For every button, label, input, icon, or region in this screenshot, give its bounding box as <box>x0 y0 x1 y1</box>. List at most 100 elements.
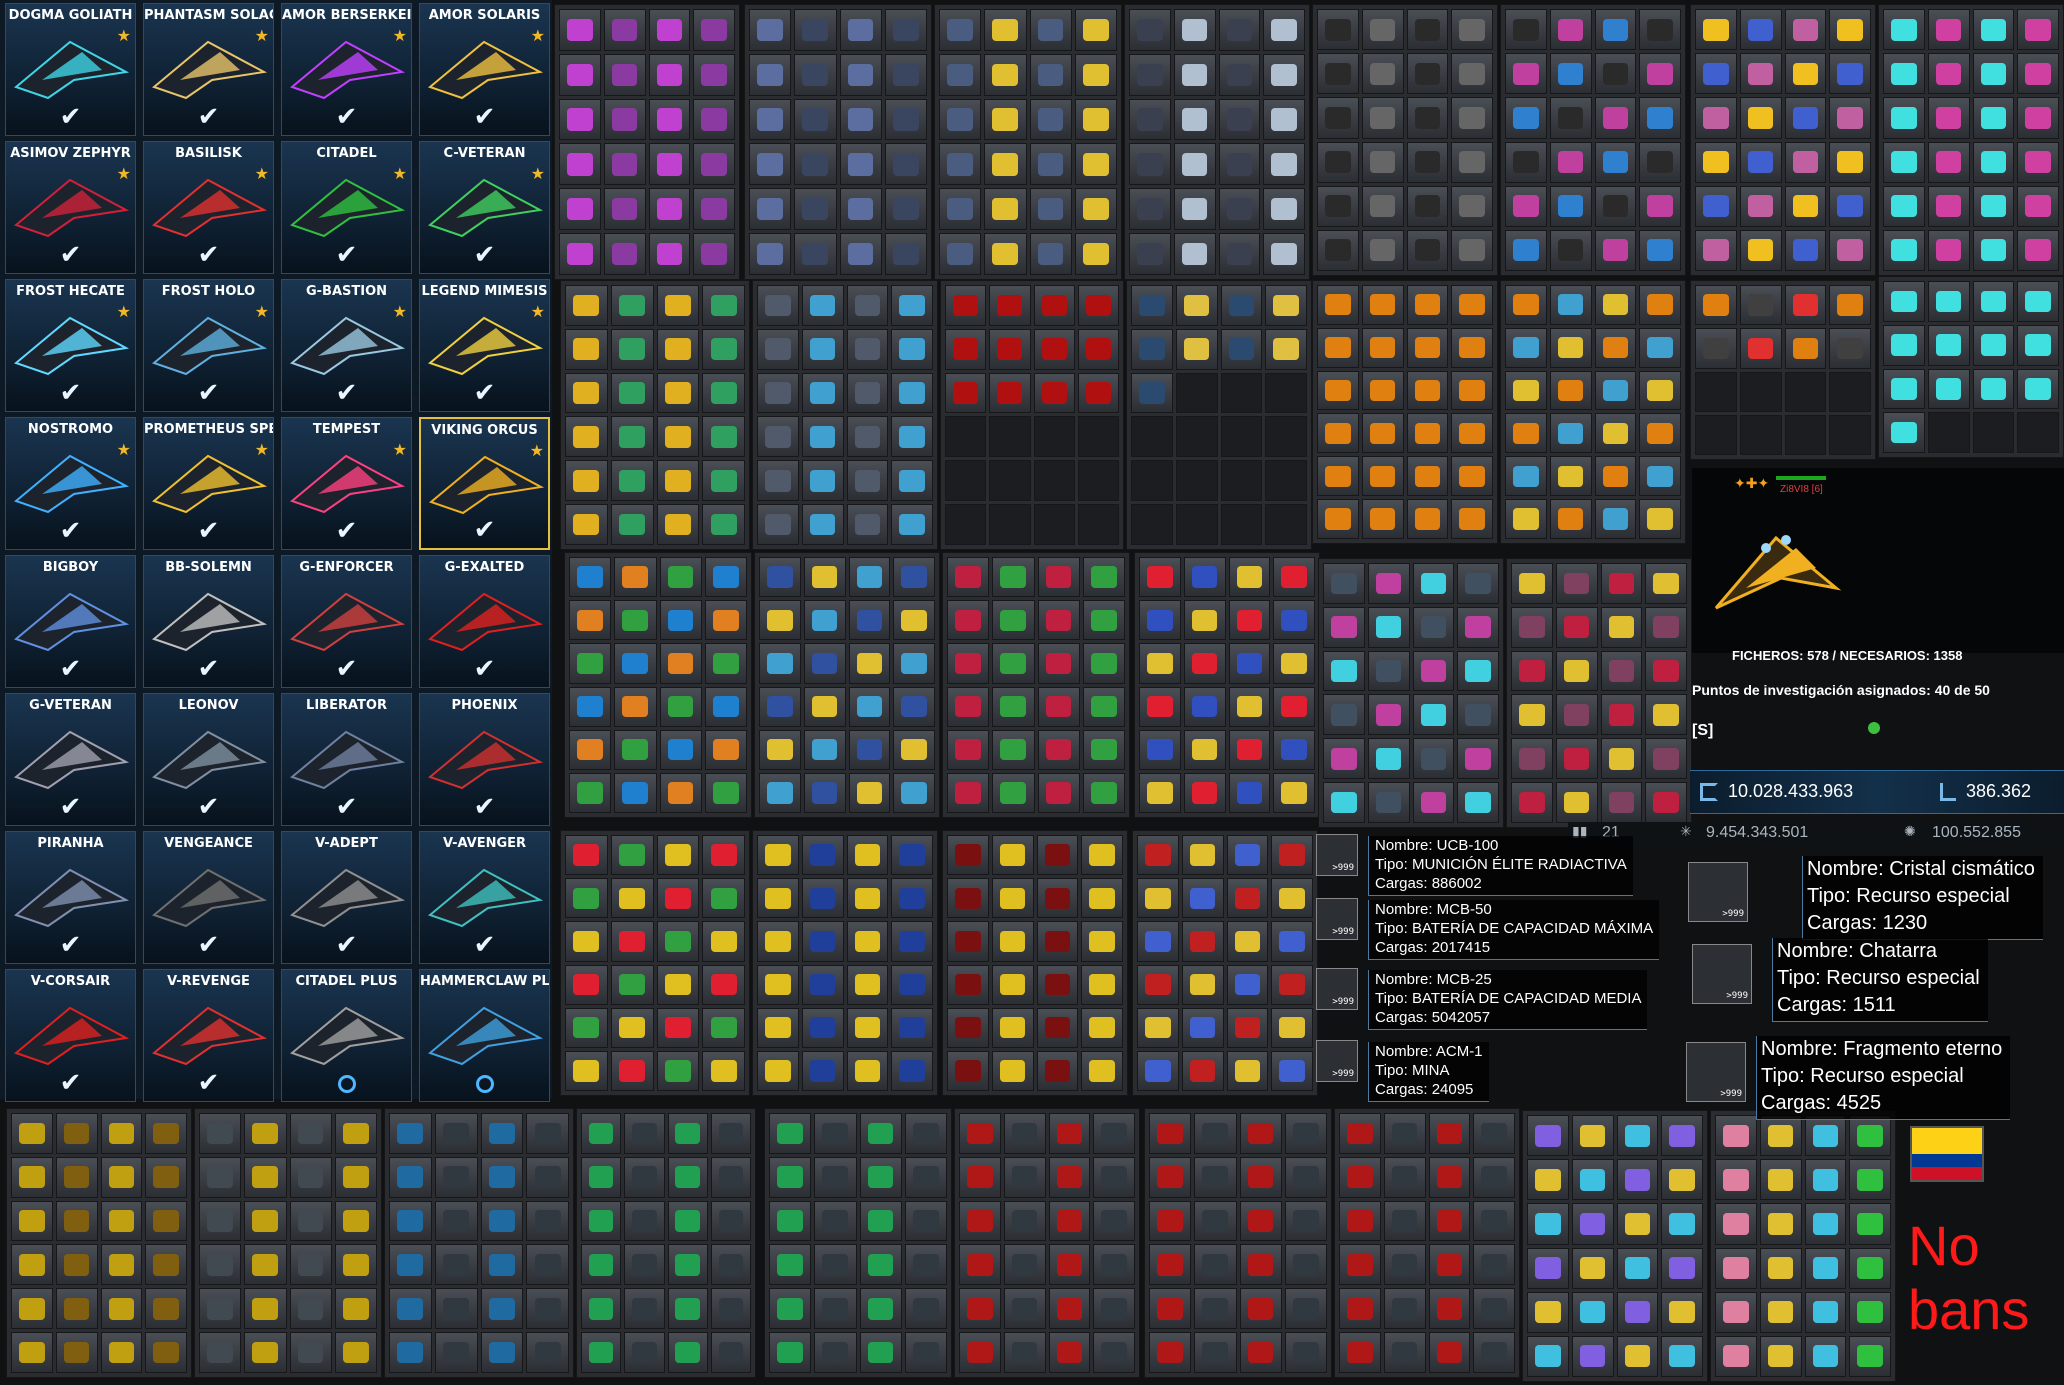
inventory-slot[interactable] <box>1129 233 1171 275</box>
inventory-slot[interactable] <box>1739 185 1782 227</box>
inventory-slot[interactable] <box>1129 143 1171 186</box>
inventory-slot[interactable] <box>1451 97 1493 139</box>
inventory-slot[interactable] <box>244 1156 287 1198</box>
inventory-slot[interactable] <box>846 1050 889 1091</box>
inventory-slot[interactable] <box>1639 499 1681 539</box>
inventory-slot[interactable] <box>1220 328 1263 370</box>
inventory-slot[interactable] <box>1661 1247 1703 1289</box>
inventory-slot[interactable] <box>1406 370 1449 411</box>
inventory-slot[interactable] <box>1323 606 1365 648</box>
inventory-slot[interactable] <box>1367 782 1410 823</box>
inventory-slot[interactable] <box>848 557 891 598</box>
inventory-slot[interactable] <box>1226 1007 1269 1048</box>
inventory-slot[interactable] <box>702 328 745 370</box>
inventory-slot[interactable] <box>1457 738 1499 780</box>
inventory-slot[interactable] <box>565 835 608 876</box>
inventory-slot[interactable] <box>1600 738 1643 780</box>
inventory-slot[interactable] <box>904 1113 947 1154</box>
inventory-slot[interactable] <box>1137 878 1179 919</box>
inventory-slot[interactable] <box>759 686 801 727</box>
inventory-slot[interactable] <box>893 772 935 813</box>
inventory-slot[interactable] <box>884 143 927 186</box>
inventory-slot[interactable] <box>1183 772 1226 813</box>
inventory-slot[interactable] <box>581 1113 622 1154</box>
inventory-slot[interactable] <box>1451 456 1493 497</box>
inventory-slot[interactable] <box>1129 53 1171 96</box>
inventory-slot[interactable] <box>1505 9 1547 51</box>
inventory-slot[interactable] <box>1594 413 1637 454</box>
inventory-slot[interactable] <box>1263 9 1305 51</box>
inventory-slot[interactable] <box>1428 1288 1471 1330</box>
inventory-slot[interactable] <box>1093 1200 1135 1242</box>
inventory-slot[interactable] <box>1739 53 1782 95</box>
inventory-slot[interactable] <box>1033 285 1075 326</box>
inventory-slot[interactable] <box>1081 1007 1123 1048</box>
inventory-slot[interactable] <box>1549 456 1592 497</box>
inventory-slot[interactable] <box>1003 1244 1046 1286</box>
inventory-slot[interactable] <box>1367 606 1410 648</box>
inventory-slot[interactable] <box>1616 1291 1659 1333</box>
inventory-slot[interactable] <box>559 143 601 186</box>
inventory-slot[interactable] <box>1131 328 1173 370</box>
inventory-slot[interactable] <box>1284 1244 1327 1286</box>
inventory-slot[interactable] <box>1927 53 1970 95</box>
inventory-slot[interactable] <box>244 1244 287 1286</box>
inventory-slot[interactable] <box>769 1113 812 1154</box>
inventory-slot[interactable] <box>1183 643 1226 684</box>
inventory-slot[interactable] <box>656 416 700 458</box>
inventory-slot[interactable] <box>1361 413 1404 454</box>
inventory-slot[interactable] <box>1239 1288 1282 1330</box>
inventory-slot[interactable] <box>1383 1156 1426 1198</box>
inventory-slot[interactable] <box>1639 97 1681 139</box>
inventory-slot[interactable] <box>891 504 933 545</box>
inventory-slot[interactable] <box>1829 328 1871 369</box>
inventory-slot[interactable] <box>749 53 792 96</box>
inventory-slot[interactable] <box>1082 643 1125 684</box>
inventory-slot[interactable] <box>939 233 982 275</box>
inventory-slot[interactable] <box>1784 328 1827 369</box>
inventory-slot[interactable] <box>2017 53 2059 95</box>
inventory-slot[interactable] <box>145 1288 187 1330</box>
inventory-slot[interactable] <box>1218 233 1261 275</box>
inventory-slot[interactable] <box>803 643 846 684</box>
inventory-slot[interactable] <box>1883 97 1925 139</box>
inventory-slot[interactable] <box>1317 327 1359 368</box>
inventory-slot[interactable] <box>1081 835 1123 876</box>
inventory-slot[interactable] <box>1137 1050 1179 1091</box>
inventory-slot[interactable] <box>757 1050 799 1091</box>
inventory-slot[interactable] <box>1361 141 1404 183</box>
inventory-slot[interactable] <box>1457 650 1499 692</box>
inventory-slot[interactable] <box>1317 370 1359 411</box>
inventory-slot[interactable] <box>803 729 846 770</box>
inventory-slot[interactable] <box>1451 370 1493 411</box>
inventory-slot[interactable] <box>947 1007 989 1048</box>
inventory-slot[interactable] <box>569 772 612 813</box>
inventory-slot[interactable] <box>1451 413 1493 454</box>
inventory-slot[interactable] <box>1074 233 1117 275</box>
inventory-slot[interactable] <box>769 1200 812 1242</box>
inventory-slot[interactable] <box>1139 729 1181 770</box>
inventory-slot[interactable] <box>1218 53 1261 96</box>
inventory-slot[interactable] <box>1759 1247 1802 1289</box>
inventory-slot[interactable] <box>846 372 889 414</box>
inventory-slot[interactable] <box>710 1200 751 1242</box>
inventory-slot[interactable] <box>648 98 691 141</box>
inventory-slot[interactable] <box>814 1332 857 1373</box>
inventory-slot[interactable] <box>1183 729 1226 770</box>
inventory-slot[interactable] <box>648 143 691 186</box>
inventory-slot[interactable] <box>884 9 927 51</box>
inventory-slot[interactable] <box>959 1288 1001 1330</box>
inventory-slot[interactable] <box>1428 1332 1471 1373</box>
inventory-slot[interactable] <box>702 285 745 326</box>
inventory-slot[interactable] <box>667 1113 708 1154</box>
inventory-slot[interactable] <box>1406 97 1449 139</box>
inventory-slot[interactable] <box>1695 328 1737 369</box>
inventory-slot[interactable] <box>289 1113 332 1154</box>
inventory-slot[interactable] <box>1639 456 1681 497</box>
inventory-slot[interactable] <box>659 600 702 641</box>
inventory-slot[interactable] <box>1003 1332 1046 1373</box>
inventory-slot[interactable] <box>1804 1115 1847 1157</box>
inventory-slot[interactable] <box>1594 327 1637 368</box>
inventory-slot[interactable] <box>893 600 935 641</box>
inventory-slot[interactable] <box>1715 1159 1757 1201</box>
